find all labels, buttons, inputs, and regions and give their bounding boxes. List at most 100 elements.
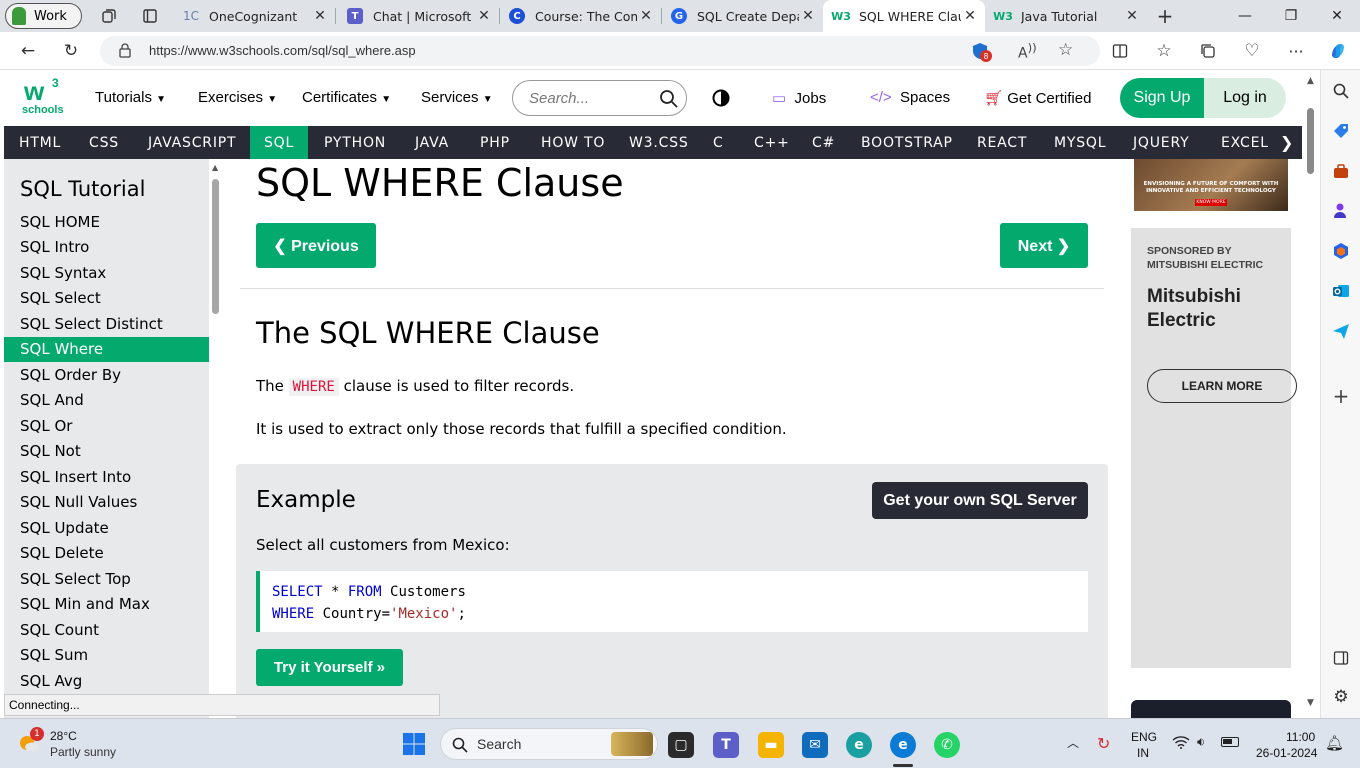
previous-button[interactable]: ❮ Previous — [256, 223, 376, 268]
sidebar-item-sql-not[interactable]: SQL Not — [4, 439, 209, 464]
menu-tutorials[interactable]: Tutorials ▼ — [95, 89, 166, 106]
settings-gear-icon[interactable]: ⚙ — [1331, 687, 1351, 707]
shopping-tag-icon[interactable] — [1331, 121, 1351, 141]
sidebar-item-sql-select-top[interactable]: SQL Select Top — [4, 567, 209, 592]
tab-course[interactable]: C Course: The Comp ✕ — [499, 0, 661, 32]
log-in-button[interactable]: Log in — [1204, 78, 1286, 118]
search-icon[interactable] — [1331, 81, 1351, 101]
language-code[interactable]: ENG — [1131, 730, 1157, 744]
topnav-csharp[interactable]: C# — [812, 126, 835, 159]
sign-up-button[interactable]: Sign Up — [1120, 78, 1204, 118]
topnav-w3css[interactable]: W3.CSS — [629, 126, 689, 159]
restore-icon[interactable]: ❐ — [1268, 0, 1314, 32]
sponsored-ad[interactable]: SPONSORED BY MITSUBISHI ELECTRIC Mitsubi… — [1131, 228, 1297, 668]
jobs-link[interactable]: ▭ Jobs — [772, 89, 826, 107]
dark-mode-toggle-icon[interactable] — [712, 89, 730, 107]
close-tab-icon[interactable]: ✕ — [637, 8, 655, 24]
scroll-up-arrow-icon[interactable]: ▲ — [1307, 76, 1314, 86]
menu-certificates[interactable]: Certificates ▼ — [302, 89, 391, 106]
edge-icon[interactable]: e — [846, 732, 872, 758]
search-icon[interactable] — [659, 89, 679, 109]
sidebar-item-sql-home[interactable]: SQL HOME — [4, 210, 209, 235]
edge-active-icon[interactable]: e — [890, 732, 916, 758]
get-own-sql-server-button[interactable]: Get your own SQL Server — [872, 482, 1088, 519]
topnav-css[interactable]: CSS — [89, 126, 119, 159]
topnav-excel[interactable]: EXCEL — [1221, 126, 1269, 159]
sidebar-item-sql-count[interactable]: SQL Count — [4, 618, 209, 643]
topnav-bootstrap[interactable]: BOOTSTRAP — [861, 126, 953, 159]
tab-onecognizant[interactable]: 1C OneCognizant ✕ — [173, 0, 335, 32]
outlook-icon[interactable] — [1331, 281, 1351, 301]
sidebar-item-sql-or[interactable]: SQL Or — [4, 414, 209, 439]
tab-sql-where[interactable]: W3 SQL WHERE Clause ✕ — [823, 0, 985, 32]
sidebar-item-sql-order-by[interactable]: SQL Order By — [4, 363, 209, 388]
spaces-link[interactable]: </> Spaces — [870, 89, 950, 106]
workspaces-icon[interactable] — [99, 6, 119, 26]
sidebar-scroll-thumb[interactable] — [212, 179, 219, 314]
update-icon[interactable]: ↻ — [1097, 734, 1110, 753]
get-certified-link[interactable]: 🛒︎ Get Certified — [984, 89, 1091, 107]
sidebar-item-sql-null-values[interactable]: SQL Null Values — [4, 490, 209, 515]
clock-time[interactable]: 11:00 — [1286, 730, 1315, 744]
close-tab-icon[interactable]: ✕ — [1123, 8, 1141, 24]
microsoft365-icon[interactable] — [1331, 241, 1351, 261]
weather-widget[interactable]: 1 — [17, 727, 44, 755]
browser-essentials-icon[interactable]: ♡ — [1239, 39, 1265, 63]
mail-icon[interactable]: ✉ — [802, 732, 828, 758]
minimize-icon[interactable]: — — [1222, 0, 1268, 32]
address-bar[interactable]: https://www.w3schools.com/sql/sql_where.… — [100, 36, 1100, 66]
wifi-icon[interactable] — [1172, 735, 1190, 753]
favorites-icon[interactable]: ☆ — [1151, 39, 1177, 63]
file-explorer-icon[interactable]: ▬ — [758, 732, 784, 758]
sidebar-item-sql-where[interactable]: SQL Where — [4, 337, 209, 362]
close-window-icon[interactable]: ✕ — [1314, 0, 1360, 32]
teams-icon[interactable]: T — [713, 732, 739, 758]
topnav-python[interactable]: PYTHON — [324, 126, 386, 159]
sidebar-item-sql-intro[interactable]: SQL Intro — [4, 235, 209, 260]
copilot-icon[interactable] — [1325, 39, 1351, 63]
refresh-icon[interactable]: ↻ — [58, 39, 84, 63]
topnav-html[interactable]: HTML — [19, 126, 61, 159]
taskbar-search[interactable]: Search — [440, 728, 658, 760]
topnav-java[interactable]: JAVA — [415, 126, 449, 159]
games-icon[interactable] — [1331, 201, 1351, 221]
sidebar-item-sql-and[interactable]: SQL And — [4, 388, 209, 413]
menu-services[interactable]: Services ▼ — [421, 89, 493, 106]
try-it-yourself-button[interactable]: Try it Yourself » — [256, 649, 403, 686]
close-tab-icon[interactable]: ✕ — [961, 8, 979, 24]
topnav-javascript[interactable]: JAVASCRIPT — [148, 126, 236, 159]
scroll-down-arrow-icon[interactable]: ▼ — [1307, 698, 1314, 708]
search-input[interactable]: Search... — [512, 80, 687, 116]
page-scrollbar[interactable]: ▲ ▼ — [1302, 70, 1320, 718]
sidebar-item-sql-insert-into[interactable]: SQL Insert Into — [4, 465, 209, 490]
scroll-right-chevron-icon[interactable]: ❯ — [1280, 126, 1294, 159]
battery-icon[interactable] — [1221, 737, 1239, 747]
sidebar-item-sql-sum[interactable]: SQL Sum — [4, 643, 209, 668]
notification-bell-icon[interactable]: 🔔︎ — [1325, 734, 1344, 752]
favorite-star-icon[interactable]: ☆ — [1058, 40, 1073, 60]
clock-date[interactable]: 26-01-2024 — [1256, 746, 1317, 760]
whatsapp-icon[interactable]: ✆ — [934, 732, 960, 758]
send-icon[interactable] — [1331, 321, 1351, 341]
hide-sidebar-icon[interactable] — [1331, 648, 1351, 668]
tools-icon[interactable] — [1331, 161, 1351, 181]
next-button[interactable]: Next ❯ — [1000, 223, 1088, 268]
tab-teams-chat[interactable]: T Chat | Microsoft Te ✕ — [337, 0, 499, 32]
sidebar-item-sql-select[interactable]: SQL Select — [4, 286, 209, 311]
more-menu-icon[interactable]: ··· — [1283, 39, 1309, 63]
w3schools-logo[interactable]: w 3 schools — [22, 76, 66, 118]
close-tab-icon[interactable]: ✕ — [475, 8, 493, 24]
menu-exercises[interactable]: Exercises ▼ — [198, 89, 277, 106]
lock-icon[interactable] — [118, 42, 132, 62]
tab-actions-icon[interactable] — [140, 6, 160, 26]
split-screen-icon[interactable] — [1107, 39, 1133, 63]
back-icon[interactable]: ← — [15, 39, 41, 63]
topnav-c[interactable]: C — [713, 126, 724, 159]
sidebar-item-sql-delete[interactable]: SQL Delete — [4, 541, 209, 566]
close-tab-icon[interactable]: ✕ — [799, 8, 817, 24]
language-region[interactable]: IN — [1137, 746, 1149, 760]
learn-more-button[interactable]: LEARN MORE — [1147, 369, 1297, 403]
show-hidden-icons-chevron-icon[interactable]: ︿ — [1067, 734, 1079, 751]
topnav-cpp[interactable]: C++ — [754, 126, 790, 159]
sidebar-item-sql-select-distinct[interactable]: SQL Select Distinct — [4, 312, 209, 337]
